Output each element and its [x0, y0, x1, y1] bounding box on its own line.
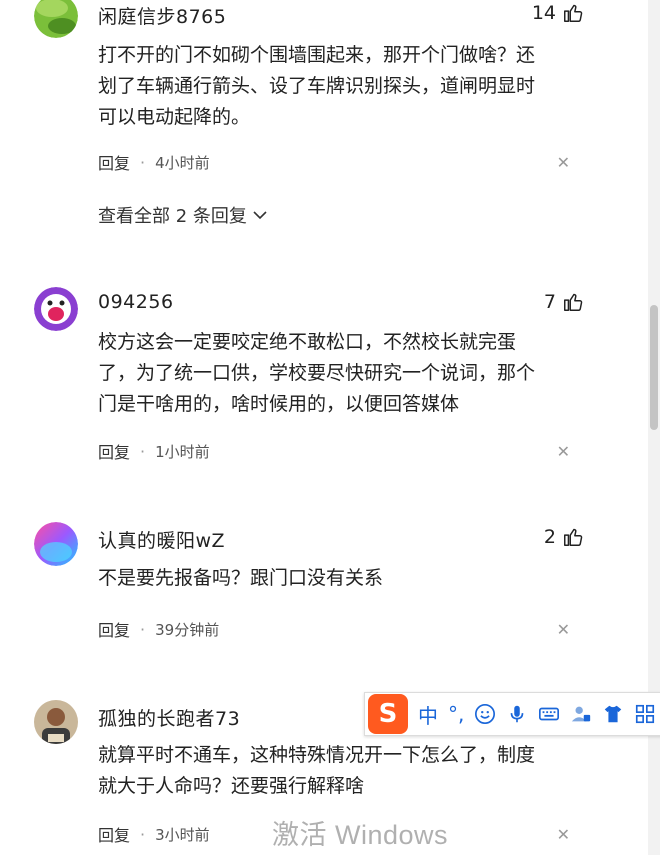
avatar[interactable] — [34, 522, 78, 566]
like-button[interactable]: 2 — [544, 526, 584, 548]
keyboard-icon[interactable] — [538, 703, 560, 725]
username[interactable]: 认真的暖阳wZ — [98, 526, 225, 553]
timestamp: 39分钟前 — [155, 620, 220, 639]
separator-dot: · — [140, 824, 146, 844]
comment-line: 不是要先报备吗？跟门口没有关系 — [98, 567, 384, 589]
thumbs-up-icon — [564, 528, 583, 546]
reply-button[interactable]: 回复 — [98, 617, 130, 641]
comment-meta: 回复 · 1小时前 — [98, 439, 210, 463]
timestamp: 1小时前 — [155, 442, 210, 461]
username[interactable]: 孤独的长跑者73 — [98, 704, 240, 731]
comment-text: 打不开的门不如砌个围墙围起来，那开个门做啥？还 划了车辆通行箭头、设了车牌识别探… — [98, 40, 588, 133]
scrollbar-thumb[interactable] — [650, 305, 658, 430]
comment-line: 了，为了统一口供，学校要尽快研究一个说词，那个 — [98, 362, 536, 384]
ime-mode-toggle[interactable]: 中 — [418, 700, 438, 729]
avatar-leaf-image — [34, 0, 78, 38]
like-count: 7 — [543, 291, 556, 313]
comment-text: 就算平时不通车，这种特殊情况开一下怎么了，制度 就大于人命吗？还要强行解释啥 — [98, 740, 588, 802]
comment-line: 划了车辆通行箭头、设了车牌识别探头，道闸明显时 — [98, 75, 536, 97]
ime-punct-toggle[interactable]: °, — [448, 702, 464, 726]
close-icon[interactable]: ✕ — [557, 153, 570, 172]
like-button[interactable]: 7 — [544, 291, 584, 313]
close-icon[interactable]: ✕ — [557, 620, 570, 639]
windows-activation-watermark: 激活 Windows — [272, 820, 449, 850]
avatar[interactable] — [34, 700, 78, 744]
shirt-icon[interactable] — [602, 703, 624, 725]
view-all-replies-button[interactable]: 查看全部 2 条回复 — [98, 202, 267, 228]
chevron-down-icon — [253, 211, 267, 220]
thumbs-up-icon — [564, 4, 583, 22]
separator-dot: · — [140, 441, 146, 461]
microphone-icon[interactable] — [506, 703, 528, 725]
comment-line: 门是干啥用的，啥时候用的，以便回答媒体 — [98, 393, 460, 415]
like-count: 14 — [531, 2, 556, 24]
separator-dot: · — [140, 619, 146, 639]
comment-feed: 闲庭信步8765 14 打不开的门不如砌个围墙围起来，那开个门做啥？还 划了车辆… — [0, 0, 660, 855]
avatar-photo-image — [34, 700, 78, 744]
comment-line: 校方这会一定要咬定绝不敢松口，不然校长就完蛋 — [98, 331, 517, 353]
reply-button[interactable]: 回复 — [98, 822, 130, 846]
like-button[interactable]: 14 — [532, 2, 584, 24]
comment-text: 校方这会一定要咬定绝不敢松口，不然校长就完蛋 了，为了统一口供，学校要尽快研究一… — [98, 327, 588, 420]
ime-logo-icon[interactable]: S — [368, 694, 408, 734]
avatar-gradient-image — [34, 522, 78, 566]
close-icon[interactable]: ✕ — [557, 442, 570, 461]
separator-dot: · — [140, 152, 146, 172]
thumbs-up-icon — [564, 293, 583, 311]
timestamp: 4小时前 — [155, 153, 210, 172]
ime-toolbar: S 中 °, — [364, 692, 660, 736]
grid-icon[interactable] — [634, 703, 656, 725]
comment-line: 就大于人命吗？还要强行解释啥 — [98, 775, 365, 797]
comment-meta: 回复 · 3小时前 — [98, 822, 210, 846]
comment-text: 不是要先报备吗？跟门口没有关系 — [98, 563, 588, 594]
avatar[interactable] — [34, 0, 78, 38]
avatar-cartoon-image — [34, 287, 78, 331]
like-count: 2 — [543, 526, 556, 548]
username[interactable]: 闲庭信步8765 — [98, 2, 226, 29]
comment-line: 打不开的门不如砌个围墙围起来，那开个门做啥？还 — [98, 44, 536, 66]
close-icon[interactable]: ✕ — [557, 825, 570, 844]
comment-meta: 回复 · 4小时前 — [98, 150, 210, 174]
timestamp: 3小时前 — [155, 825, 210, 844]
comment-line: 可以电动起降的。 — [98, 106, 251, 128]
avatar[interactable] — [34, 287, 78, 331]
emoji-icon[interactable] — [474, 703, 496, 725]
reply-button[interactable]: 回复 — [98, 150, 130, 174]
view-all-label: 查看全部 2 条回复 — [98, 206, 247, 227]
reply-button[interactable]: 回复 — [98, 439, 130, 463]
user-icon[interactable] — [570, 703, 592, 725]
comment-meta: 回复 · 39分钟前 — [98, 617, 219, 641]
comment-line: 就算平时不通车，这种特殊情况开一下怎么了，制度 — [98, 744, 536, 766]
username[interactable]: 094256 — [98, 291, 174, 313]
